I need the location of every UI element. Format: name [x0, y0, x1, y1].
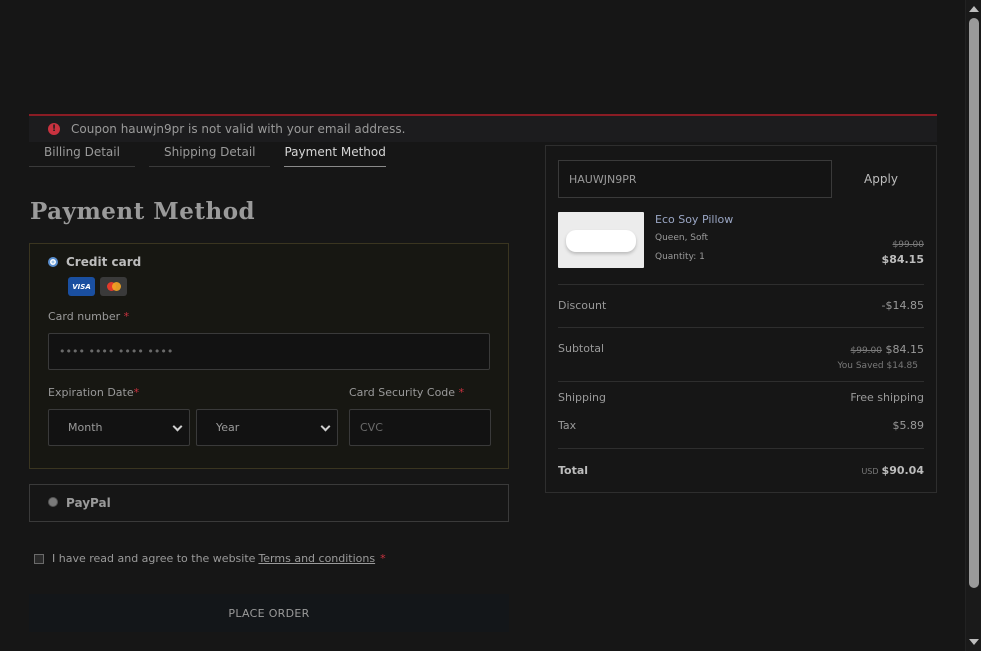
product-old-price: $99.00	[892, 240, 925, 250]
total-value: USD $90.04	[861, 464, 924, 477]
alert-message: Coupon hauwjn9pr is not valid with your …	[71, 122, 406, 136]
order-summary: HAUWJN9PR Apply Eco Soy Pillow Queen, So…	[545, 145, 937, 493]
divider	[558, 381, 924, 382]
shipping-label: Shipping	[558, 391, 606, 404]
visa-icon: VISA	[68, 277, 95, 296]
mastercard-icon	[100, 277, 127, 296]
terms-link[interactable]: Terms and conditions	[258, 552, 375, 565]
credit-card-radio[interactable]	[48, 257, 58, 267]
chevron-down-icon	[320, 421, 331, 432]
cvc-input[interactable]: CVC	[349, 409, 491, 446]
scroll-down-icon[interactable]	[969, 639, 979, 645]
product-image	[558, 212, 644, 268]
tax-value: $5.89	[892, 419, 925, 432]
credit-card-label: Credit card	[66, 255, 142, 269]
tab-shipping-detail[interactable]: Shipping Detail	[148, 145, 271, 167]
divider	[558, 327, 924, 328]
apply-coupon-button[interactable]: Apply	[836, 160, 926, 198]
terms-agreement: I have read and agree to the website Ter…	[34, 552, 386, 565]
credit-card-option: Credit card VISA Card number * •••• ••••…	[29, 243, 509, 469]
terms-text: I have read and agree to the website	[52, 552, 256, 565]
you-saved-text: You Saved $14.85	[837, 361, 918, 371]
page-title: Payment Method	[30, 198, 256, 225]
scrollbar-thumb[interactable]	[969, 18, 979, 588]
expiration-date-label: Expiration Date*	[48, 386, 140, 399]
card-number-label: Card number *	[48, 310, 130, 323]
product-name[interactable]: Eco Soy Pillow	[655, 213, 733, 226]
divider	[558, 284, 924, 285]
card-number-input[interactable]: •••• •••• •••• ••••	[48, 333, 490, 370]
product-price: $84.15	[881, 253, 924, 266]
error-icon: !	[48, 123, 60, 135]
paypal-option[interactable]: PayPal	[29, 484, 509, 522]
subtotal-label: Subtotal	[558, 342, 605, 355]
coupon-input[interactable]: HAUWJN9PR	[558, 160, 832, 198]
tax-label: Tax	[558, 419, 577, 432]
tab-billing-detail[interactable]: Billing Detail	[29, 145, 135, 167]
shipping-value: Free shipping	[850, 391, 924, 404]
checkout-steps: Billing Detail Shipping Detail Payment M…	[29, 145, 400, 167]
place-order-button[interactable]: PLACE ORDER	[29, 594, 509, 632]
terms-checkbox[interactable]	[34, 553, 44, 564]
total-label: Total	[558, 464, 589, 477]
product-quantity: Quantity: 1	[655, 252, 705, 262]
discount-value: -$14.85	[881, 299, 924, 312]
security-code-label: Card Security Code *	[349, 386, 465, 399]
page-scrollbar[interactable]	[965, 0, 981, 651]
paypal-label: PayPal	[66, 496, 111, 510]
subtotal-value: $99.00 $84.15	[850, 343, 925, 356]
discount-label: Discount	[558, 299, 607, 312]
product-variant: Queen, Soft	[655, 233, 709, 243]
scroll-up-icon[interactable]	[969, 6, 979, 12]
expiration-month-select[interactable]: Month	[48, 409, 190, 446]
paypal-radio[interactable]	[48, 497, 58, 507]
divider	[558, 448, 924, 449]
tab-payment-method[interactable]: Payment Method	[284, 145, 386, 167]
chevron-down-icon	[172, 421, 183, 432]
expiration-year-select[interactable]: Year	[196, 409, 338, 446]
coupon-error-alert: ! Coupon hauwjn9pr is not valid with you…	[29, 114, 937, 142]
